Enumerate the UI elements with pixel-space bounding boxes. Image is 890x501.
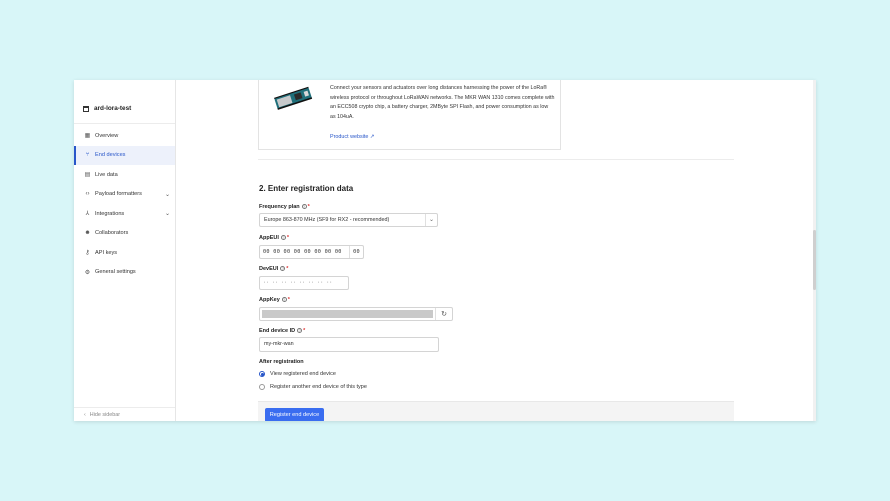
sidebar-item-label: Collaborators: [95, 230, 129, 237]
sidebar-item-payload-formatters[interactable]: ‹› Payload formatters ⌄: [74, 185, 175, 205]
required-marker: *: [287, 297, 290, 303]
required-marker: *: [303, 328, 306, 334]
list-icon: ▤: [84, 172, 91, 179]
sidebar-item-live-data[interactable]: ▤ Live data: [74, 165, 175, 185]
device-board-image: [274, 86, 313, 110]
sidebar-item-api-keys[interactable]: ⚷ API keys: [74, 243, 175, 263]
chevron-down-icon: ⌄: [164, 211, 170, 218]
device-info-card: Connect your sensors and actuators over …: [258, 80, 561, 150]
end-device-id-label: End device ID? *: [259, 328, 306, 334]
end-device-id-value: my-mkr-wan: [264, 341, 294, 347]
required-marker: *: [286, 266, 289, 272]
hide-sidebar-label: Hide sidebar: [89, 411, 121, 418]
sidebar-item-label: Overview: [95, 132, 119, 139]
sidebar-item-end-devices[interactable]: ⑂ End devices: [74, 145, 175, 165]
help-icon[interactable]: ?: [281, 297, 287, 303]
application-title: ard-lora-test: [94, 105, 132, 112]
product-website-label: Product website: [330, 134, 369, 140]
radio-label: Register another end device of this type: [270, 384, 367, 390]
radio-button[interactable]: [259, 384, 265, 390]
after-registration-label: After registration: [259, 359, 304, 365]
sidebar-item-collaborators[interactable]: ☻ Collaborators: [74, 224, 175, 244]
sidebar-item-integrations[interactable]: ⅄ Integrations ⌄: [74, 204, 175, 224]
help-icon[interactable]: ?: [297, 328, 303, 334]
appeui-value: 00 00 00 00 00 00 00 00: [263, 249, 342, 255]
product-website-link[interactable]: Product website ↗: [330, 134, 374, 140]
external-link-icon: ↗: [369, 134, 375, 140]
section-title: 2. Enter registration data: [259, 184, 354, 193]
radio-register-another[interactable]: Register another end device of this type: [259, 384, 367, 390]
frequency-plan-value: Europe 863-870 MHz (SF9 for RX2 - recomm…: [264, 217, 390, 223]
people-icon: ☻: [84, 230, 91, 237]
regenerate-icon[interactable]: ↻: [435, 308, 452, 320]
deveui-input[interactable]: ·· ·· ·· ·· ·· ·· ·· ··: [259, 276, 349, 290]
sidebar-item-general-settings[interactable]: ⚙ General settings: [74, 263, 175, 283]
radio-label: View registered end device: [270, 371, 336, 377]
devices-icon: ⑂: [85, 152, 90, 159]
section-divider: [258, 159, 734, 160]
deveui-value: ·· ·· ·· ·· ·· ·· ·· ··: [263, 280, 333, 286]
required-marker: *: [286, 235, 290, 241]
sidebar-nav: ▦ Overview ⑂ End devices ▤ Live data ‹› …: [74, 124, 175, 282]
device-description: Connect your sensors and actuators over …: [330, 85, 555, 120]
gear-icon: ⚙: [84, 269, 91, 276]
register-end-device-button[interactable]: Register end device: [265, 408, 324, 421]
sidebar-item-overview[interactable]: ▦ Overview: [74, 126, 175, 146]
frequency-plan-select[interactable]: Europe 863-870 MHz (SF9 for RX2 - recomm…: [259, 213, 438, 227]
chevron-down-icon: ⌄: [425, 214, 437, 226]
help-icon[interactable]: ?: [301, 204, 307, 210]
help-icon[interactable]: ?: [280, 266, 286, 272]
sidebar-item-label: End devices: [95, 152, 126, 159]
scrollbar[interactable]: [813, 80, 816, 421]
scrollbar-thumb[interactable]: [813, 230, 816, 290]
chevron-left-icon: ‹: [84, 411, 86, 418]
appkey-input[interactable]: ↻: [259, 307, 453, 321]
app-window: ard-lora-test ▦ Overview ⑂ End devices ▤…: [74, 80, 816, 421]
sidebar-item-label: Payload formatters: [95, 191, 142, 198]
sidebar: ard-lora-test ▦ Overview ⑂ End devices ▤…: [74, 80, 176, 421]
appkey-label: AppKey? *: [259, 297, 290, 303]
integrations-icon: ⅄: [85, 211, 90, 218]
radio-view-registered[interactable]: View registered end device: [259, 371, 336, 377]
appeui-byte-tail: 00: [349, 246, 363, 258]
help-icon[interactable]: ?: [280, 235, 286, 241]
deveui-label: DevEUI? *: [259, 266, 289, 272]
form-footer: Register end device: [258, 401, 734, 421]
dashboard-icon: ▦: [84, 133, 91, 140]
sidebar-item-label: Live data: [95, 171, 118, 178]
application-icon: [83, 105, 89, 112]
sidebar-item-label: API keys: [95, 249, 118, 256]
key-icon: ⚷: [85, 250, 90, 257]
hide-sidebar-button[interactable]: ‹ Hide sidebar: [74, 407, 175, 421]
end-device-id-input[interactable]: my-mkr-wan: [259, 337, 439, 352]
chevron-down-icon: ⌄: [164, 191, 170, 198]
code-icon: ‹›: [85, 191, 90, 198]
appeui-label: AppEUI? *: [259, 235, 290, 241]
main-content: Connect your sensors and actuators over …: [176, 80, 816, 421]
frequency-plan-label: Frequency plan? *: [259, 204, 310, 210]
application-header[interactable]: ard-lora-test: [74, 80, 175, 124]
sidebar-item-label: Integrations: [95, 210, 125, 217]
sidebar-item-label: General settings: [95, 269, 136, 276]
appkey-redacted-value: [262, 310, 433, 318]
radio-button-checked[interactable]: [259, 371, 265, 377]
appeui-input[interactable]: 00 00 00 00 00 00 00 00 00: [259, 245, 364, 259]
required-marker: *: [307, 204, 310, 210]
